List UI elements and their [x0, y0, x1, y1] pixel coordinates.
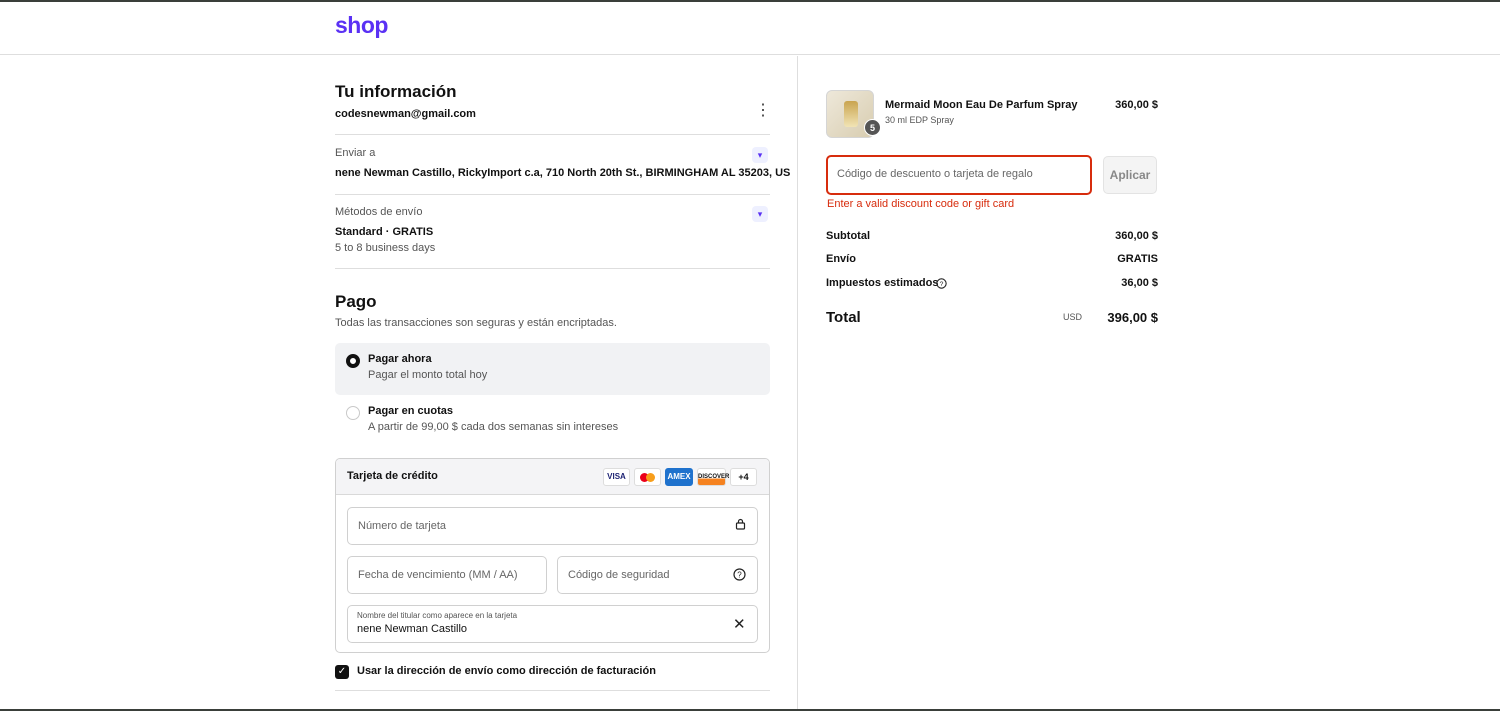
lock-icon [735, 518, 746, 533]
more-options-icon[interactable]: ⋮ [755, 103, 771, 122]
apply-discount-button[interactable]: Aplicar [1103, 156, 1157, 194]
divider [335, 268, 770, 269]
pay-now-label: Pagar ahora [368, 353, 432, 365]
shipping-method-name: Standard · GRATIS [335, 226, 434, 238]
divider [335, 690, 770, 691]
expiry-placeholder: Fecha de vencimiento (MM / AA) [358, 569, 518, 581]
total-label: Total [826, 309, 861, 326]
shipping-method-days: 5 to 8 business days [335, 242, 436, 254]
pay-now-radio[interactable] [346, 354, 360, 368]
column-divider [797, 56, 798, 709]
chevron-down-icon[interactable]: ▾ [752, 206, 768, 222]
discount-code-input[interactable]: Código de descuento o tarjeta de regalo [826, 155, 1092, 195]
cardholder-name-value: nene Newman Castillo [357, 623, 468, 635]
chevron-down-icon[interactable]: ▾ [752, 147, 768, 163]
card-number-placeholder: Número de tarjeta [358, 520, 447, 532]
visa-icon: VISA [603, 468, 630, 486]
help-icon[interactable]: ? [733, 568, 746, 584]
product-price: 360,00 $ [1115, 99, 1158, 111]
tax-value: 36,00 $ [1121, 277, 1158, 289]
header: shop [0, 0, 1500, 55]
contact-email: codesnewman@gmail.com [335, 108, 476, 120]
product-variant: 30 ml EDP Spray [885, 115, 954, 125]
tax-label: Impuestos estimados [826, 277, 939, 289]
discover-icon: DISCOVER [697, 468, 729, 486]
discount-code-placeholder: Código de descuento o tarjeta de regalo [837, 168, 1033, 180]
shipping-value: GRATIS [1117, 253, 1158, 265]
subtotal-value: 360,00 $ [1115, 230, 1158, 242]
shop-logo[interactable]: shop [335, 12, 388, 39]
tax-help-icon[interactable]: ? [936, 278, 947, 292]
expiry-field[interactable]: Fecha de vencimiento (MM / AA) [347, 556, 547, 594]
card-number-field[interactable]: Número de tarjeta [347, 507, 758, 545]
total-currency: USD [1062, 312, 1082, 322]
svg-text:?: ? [940, 281, 944, 288]
svg-text:?: ? [737, 571, 742, 580]
shipping-label: Envío [826, 253, 856, 265]
info-title: Tu información [335, 82, 457, 101]
billing-same-checkbox[interactable]: ✓ [335, 665, 349, 679]
mastercard-icon [634, 468, 661, 486]
security-code-field[interactable]: Código de seguridad ? [557, 556, 758, 594]
billing-same-label[interactable]: Usar la dirección de envío como direcció… [357, 665, 656, 677]
perfume-bottle-icon [844, 101, 858, 127]
credit-card-title: Tarjeta de crédito [347, 470, 438, 482]
clear-icon[interactable]: ✕ [733, 615, 746, 633]
divider [335, 134, 770, 135]
credit-card-panel: Tarjeta de crédito VISA AMEX DISCOVER +4… [335, 458, 770, 653]
product-name: Mermaid Moon Eau De Parfum Spray [885, 99, 1078, 111]
payment-subtitle: Todas las transacciones son seguras y es… [335, 317, 617, 329]
ship-address: nene Newman Castillo, RickyImport c.a, 7… [335, 167, 791, 179]
pay-installments-label[interactable]: Pagar en cuotas [368, 405, 453, 417]
discount-error-message: Enter a valid discount code or gift card [827, 198, 1015, 210]
pay-installments-radio[interactable] [346, 406, 360, 420]
ship-to-label: Enviar a [335, 147, 376, 159]
pay-installments-desc: A partir de 99,00 $ cada dos semanas sin… [368, 421, 619, 433]
total-value: 396,00 $ [1107, 310, 1158, 325]
pay-now-desc: Pagar el monto total hoy [368, 369, 488, 381]
credit-card-header[interactable]: Tarjeta de crédito VISA AMEX DISCOVER +4 [336, 459, 769, 495]
subtotal-label: Subtotal [826, 230, 870, 242]
cardholder-name-field[interactable]: Nombre del titular como aparece en la ta… [347, 605, 758, 643]
shipping-method-label: Métodos de envío [335, 206, 423, 218]
product-thumbnail: 5 [826, 90, 881, 138]
quantity-badge: 5 [864, 119, 881, 136]
security-code-placeholder: Código de seguridad [568, 569, 670, 581]
amex-icon: AMEX [665, 468, 693, 486]
divider [335, 194, 770, 195]
cardholder-name-label: Nombre del titular como aparece en la ta… [357, 611, 518, 620]
more-brands-badge: +4 [730, 468, 757, 486]
payment-title: Pago [335, 292, 377, 311]
